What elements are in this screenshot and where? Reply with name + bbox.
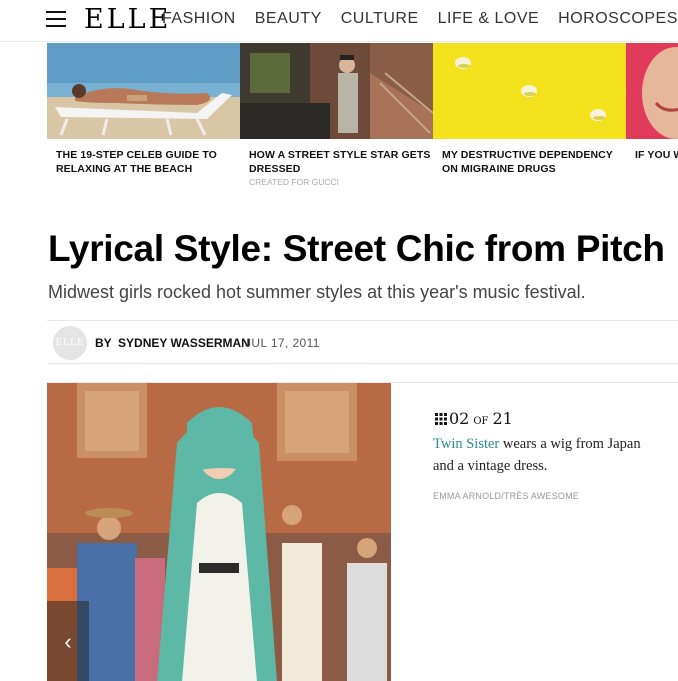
carousel-card[interactable]: THE 19-STEP CELEB GUIDE TO RELAXING AT T…: [47, 43, 240, 176]
slide-current: 02: [449, 409, 470, 428]
beach-thumbnail[interactable]: [47, 43, 240, 139]
site-logo[interactable]: ELLE: [84, 4, 171, 35]
carousel-card-title[interactable]: MY DESTRUCTIVE DEPENDENCY ON MIGRAINE DR…: [433, 148, 626, 176]
site-header: ELLE FASHION BEAUTY CULTURE LIFE & LOVE …: [0, 0, 678, 42]
carousel-card-title[interactable]: IF YOU W WATCH Y: [626, 148, 678, 162]
slide-of-label: OF: [473, 416, 489, 427]
gallery-photo[interactable]: ‹: [47, 383, 391, 681]
byline-prefix: BY: [95, 336, 112, 350]
slide-counter: 02 OF 21: [435, 409, 513, 428]
article-headline: Lyrical Style: Street Chic from Pitch: [48, 228, 665, 269]
carousel-card-title[interactable]: HOW A STREET STYLE STAR GETS DRESSED: [240, 148, 433, 176]
story-carousel: THE 19-STEP CELEB GUIDE TO RELAXING AT T…: [47, 43, 678, 193]
menu-icon[interactable]: [46, 10, 66, 28]
nav-item-beauty[interactable]: BEAUTY: [255, 10, 322, 28]
portrait-thumbnail[interactable]: [626, 43, 678, 139]
caption-link[interactable]: Twin Sister: [433, 436, 499, 452]
main-nav: FASHION BEAUTY CULTURE LIFE & LOVE HOROS…: [162, 10, 678, 28]
photo-credit: EMMA ARNOLD/TRÈS AWESOME: [433, 491, 579, 501]
author-avatar[interactable]: ELLE: [53, 326, 87, 360]
nav-item-fashion[interactable]: FASHION: [162, 10, 236, 28]
nav-item-horoscopes[interactable]: HOROSCOPES: [558, 10, 678, 28]
street-style-thumbnail[interactable]: [240, 43, 433, 139]
nav-item-life-love[interactable]: LIFE & LOVE: [438, 10, 540, 28]
publish-date: JUL 17, 2011: [245, 336, 320, 350]
carousel-card[interactable]: IF YOU W WATCH Y: [626, 43, 678, 162]
byline: BY SYDNEY WASSERMAN: [95, 336, 250, 350]
previous-arrow-icon[interactable]: ‹: [47, 601, 89, 681]
migraine-thumbnail[interactable]: [433, 43, 626, 139]
carousel-card-title[interactable]: THE 19-STEP CELEB GUIDE TO RELAXING AT T…: [47, 148, 240, 176]
carousel-card[interactable]: MY DESTRUCTIVE DEPENDENCY ON MIGRAINE DR…: [433, 43, 626, 176]
photo-gallery: ‹ 02 OF 21 Twin Sister wears a wig from Ja…: [47, 382, 678, 681]
slide-total: 21: [492, 409, 513, 428]
sponsor-label: CREATED FOR GUCCI: [249, 177, 340, 187]
article-dek: Midwest girls rocked hot summer styles a…: [48, 282, 586, 302]
author-name[interactable]: SYDNEY WASSERMAN: [118, 336, 250, 350]
grid-icon[interactable]: [435, 413, 447, 425]
carousel-card[interactable]: HOW A STREET STYLE STAR GETS DRESSED CRE…: [240, 43, 433, 187]
byline-row: ELLE BY SYDNEY WASSERMAN JUL 17, 2011: [47, 320, 678, 364]
photo-caption: Twin Sister wears a wig from Japan and a…: [433, 433, 663, 477]
nav-item-culture[interactable]: CULTURE: [341, 10, 419, 28]
